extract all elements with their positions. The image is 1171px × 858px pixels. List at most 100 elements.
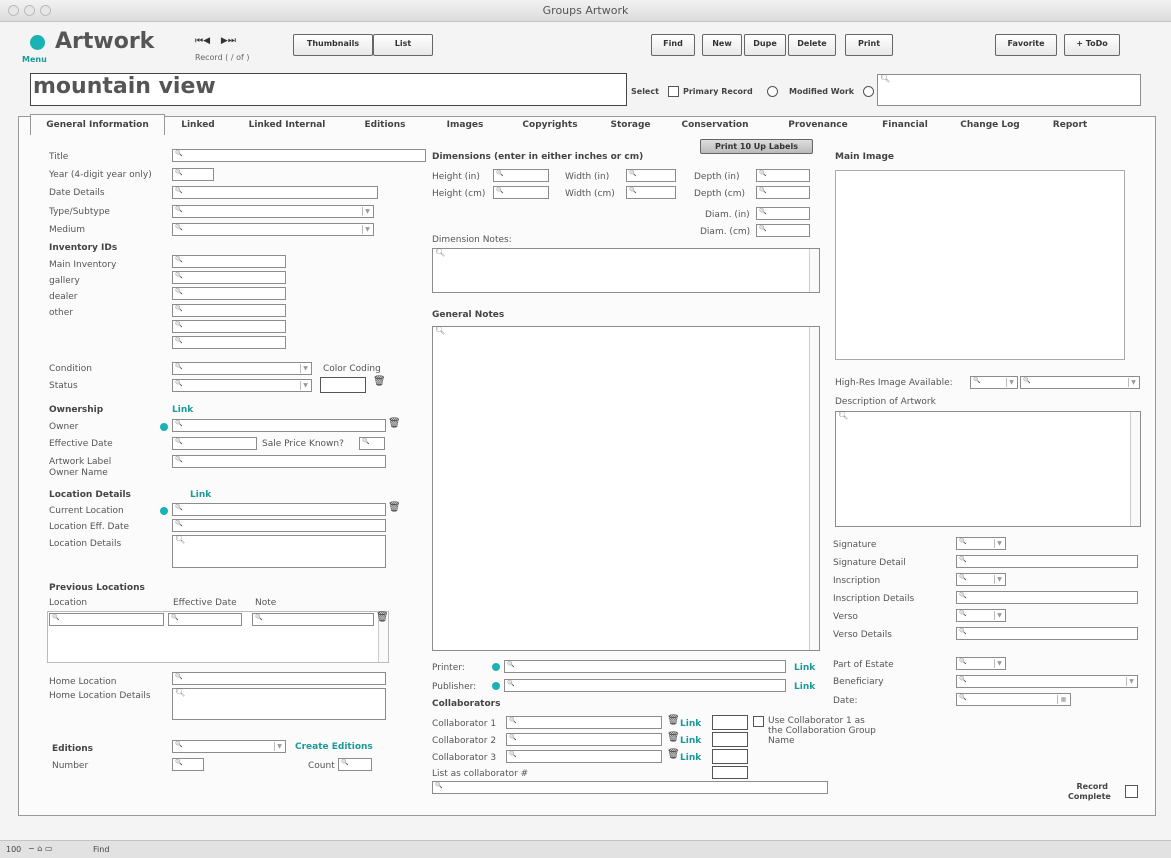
inscription-dropdown[interactable]: ▼ (956, 573, 1006, 586)
tab-financial[interactable]: Financial (870, 116, 940, 134)
favorite-button[interactable]: Favorite (995, 34, 1057, 56)
artwork-label-owner-field[interactable] (172, 455, 386, 468)
width-cm-field[interactable] (626, 186, 676, 199)
find-button[interactable]: Find (651, 34, 695, 56)
collaborator-3-link[interactable]: Link (680, 753, 701, 763)
diam-in-field[interactable] (756, 207, 810, 220)
trash-icon[interactable]: 🗑 (667, 749, 680, 760)
beneficiary-dropdown[interactable]: ▼ (956, 675, 1138, 688)
current-location-field[interactable] (172, 503, 386, 516)
modified-work-field[interactable]: 🔍︎ (877, 74, 1141, 106)
title-field[interactable] (172, 149, 426, 162)
print-button[interactable]: Print (845, 34, 893, 56)
list-button[interactable]: List (373, 34, 433, 56)
select-checkbox[interactable] (668, 86, 679, 97)
first-record-icon[interactable]: ⏮ (195, 36, 203, 46)
zoom-window-icon[interactable] (40, 5, 51, 16)
notes-scrollbar[interactable] (809, 249, 819, 292)
tab-linked[interactable]: Linked (168, 116, 228, 134)
height-in-field[interactable] (493, 169, 549, 182)
collaborator-2-link[interactable]: Link (680, 736, 701, 746)
trash-icon[interactable]: 🗑 (388, 418, 401, 429)
printer-field[interactable] (504, 660, 786, 673)
date-details-field[interactable] (172, 186, 378, 199)
dimension-notes-field[interactable]: 🔍︎ (432, 248, 820, 293)
height-cm-field[interactable] (493, 186, 549, 199)
signature-dropdown[interactable]: ▼ (956, 537, 1006, 550)
location-eff-date-field[interactable] (172, 519, 386, 532)
artwork-name-field[interactable]: mountain view (30, 73, 627, 106)
number-field[interactable] (172, 758, 204, 771)
date-field[interactable]: ▦ (956, 693, 1071, 706)
tab-conservation[interactable]: Conservation (670, 116, 760, 134)
type-dropdown[interactable]: ▼ (172, 205, 374, 218)
zoom-controls-icon[interactable]: − ⌂ ▭ (28, 844, 52, 853)
calendar-icon[interactable]: ▦ (1057, 695, 1069, 704)
tab-storage[interactable]: Storage (598, 116, 663, 134)
description-scrollbar[interactable] (1130, 412, 1140, 526)
tab-general-information[interactable]: General Information (30, 116, 165, 134)
minimize-window-icon[interactable] (24, 5, 35, 16)
trash-icon[interactable]: 🗑 (373, 376, 386, 387)
mode-indicator[interactable]: Find (93, 845, 109, 854)
status-dropdown[interactable]: ▼ (172, 379, 312, 392)
primary-record-radio[interactable] (767, 86, 778, 97)
inscription-details-field[interactable] (956, 591, 1138, 604)
home-location-field[interactable] (172, 672, 386, 685)
year-field[interactable] (172, 168, 214, 181)
depth-cm-field[interactable] (756, 186, 810, 199)
part-of-estate-dropdown[interactable]: ▼ (956, 657, 1006, 670)
todo-button[interactable]: + ToDo (1064, 34, 1120, 56)
publisher-field[interactable] (504, 679, 786, 692)
count-field[interactable] (338, 758, 372, 771)
collaborator-1-field[interactable] (506, 716, 662, 729)
prev-location-field[interactable] (49, 613, 164, 626)
collaborator-1-number[interactable] (712, 715, 748, 730)
tab-report[interactable]: Report (1040, 116, 1100, 134)
sale-price-field[interactable] (359, 437, 385, 450)
main-inventory-field[interactable] (172, 255, 286, 268)
prev-eff-date-field[interactable] (168, 613, 242, 626)
modified-work-radio[interactable] (863, 86, 874, 97)
verso-details-field[interactable] (956, 627, 1138, 640)
thumbnails-button[interactable]: Thumbnails (293, 34, 373, 56)
location-details-field[interactable]: 🔍︎ (172, 535, 386, 568)
home-location-details-field[interactable]: 🔍︎ (172, 688, 386, 720)
zoom-level[interactable]: 100 (6, 845, 21, 854)
collaborator-2-field[interactable] (506, 733, 662, 746)
use-collaborator-checkbox[interactable] (753, 716, 764, 727)
trash-icon[interactable]: 🗑 (667, 732, 680, 743)
tab-change-log[interactable]: Change Log (950, 116, 1030, 134)
main-image-container[interactable] (835, 170, 1125, 360)
new-button[interactable]: New (702, 34, 742, 56)
publisher-link[interactable]: Link (794, 682, 815, 692)
dupe-button[interactable]: Dupe (744, 34, 786, 56)
highres-dropdown[interactable]: ▼ (970, 376, 1018, 389)
width-in-field[interactable] (626, 169, 676, 182)
other-field-3[interactable] (172, 336, 286, 349)
create-editions-link[interactable]: Create Editions (295, 742, 373, 752)
last-record-icon[interactable]: ⏭ (228, 36, 236, 46)
list-as-field[interactable] (432, 781, 828, 794)
print-labels-button[interactable]: Print 10 Up Labels (700, 139, 813, 154)
editions-dropdown[interactable]: ▼ (172, 740, 286, 753)
gallery-field[interactable] (172, 271, 286, 284)
printer-link[interactable]: Link (794, 663, 815, 673)
diam-cm-field[interactable] (756, 224, 810, 237)
close-window-icon[interactable] (8, 5, 19, 16)
record-complete-checkbox[interactable] (1125, 785, 1138, 798)
list-as-number[interactable] (712, 766, 748, 779)
other-field-1[interactable] (172, 304, 286, 317)
general-notes-field[interactable]: 🔍︎ (432, 326, 820, 651)
highres-detail-dropdown[interactable]: ▼ (1020, 376, 1140, 389)
delete-button[interactable]: Delete (788, 34, 836, 56)
prev-note-field[interactable] (252, 613, 374, 626)
location-link[interactable]: Link (190, 490, 211, 500)
condition-dropdown[interactable]: ▼ (172, 362, 312, 375)
signature-detail-field[interactable] (956, 555, 1138, 568)
dealer-field[interactable] (172, 287, 286, 300)
effective-date-field[interactable] (172, 437, 257, 450)
tab-linked-internal[interactable]: Linked Internal (232, 116, 342, 134)
depth-in-field[interactable] (756, 169, 810, 182)
verso-dropdown[interactable]: ▼ (956, 609, 1006, 622)
